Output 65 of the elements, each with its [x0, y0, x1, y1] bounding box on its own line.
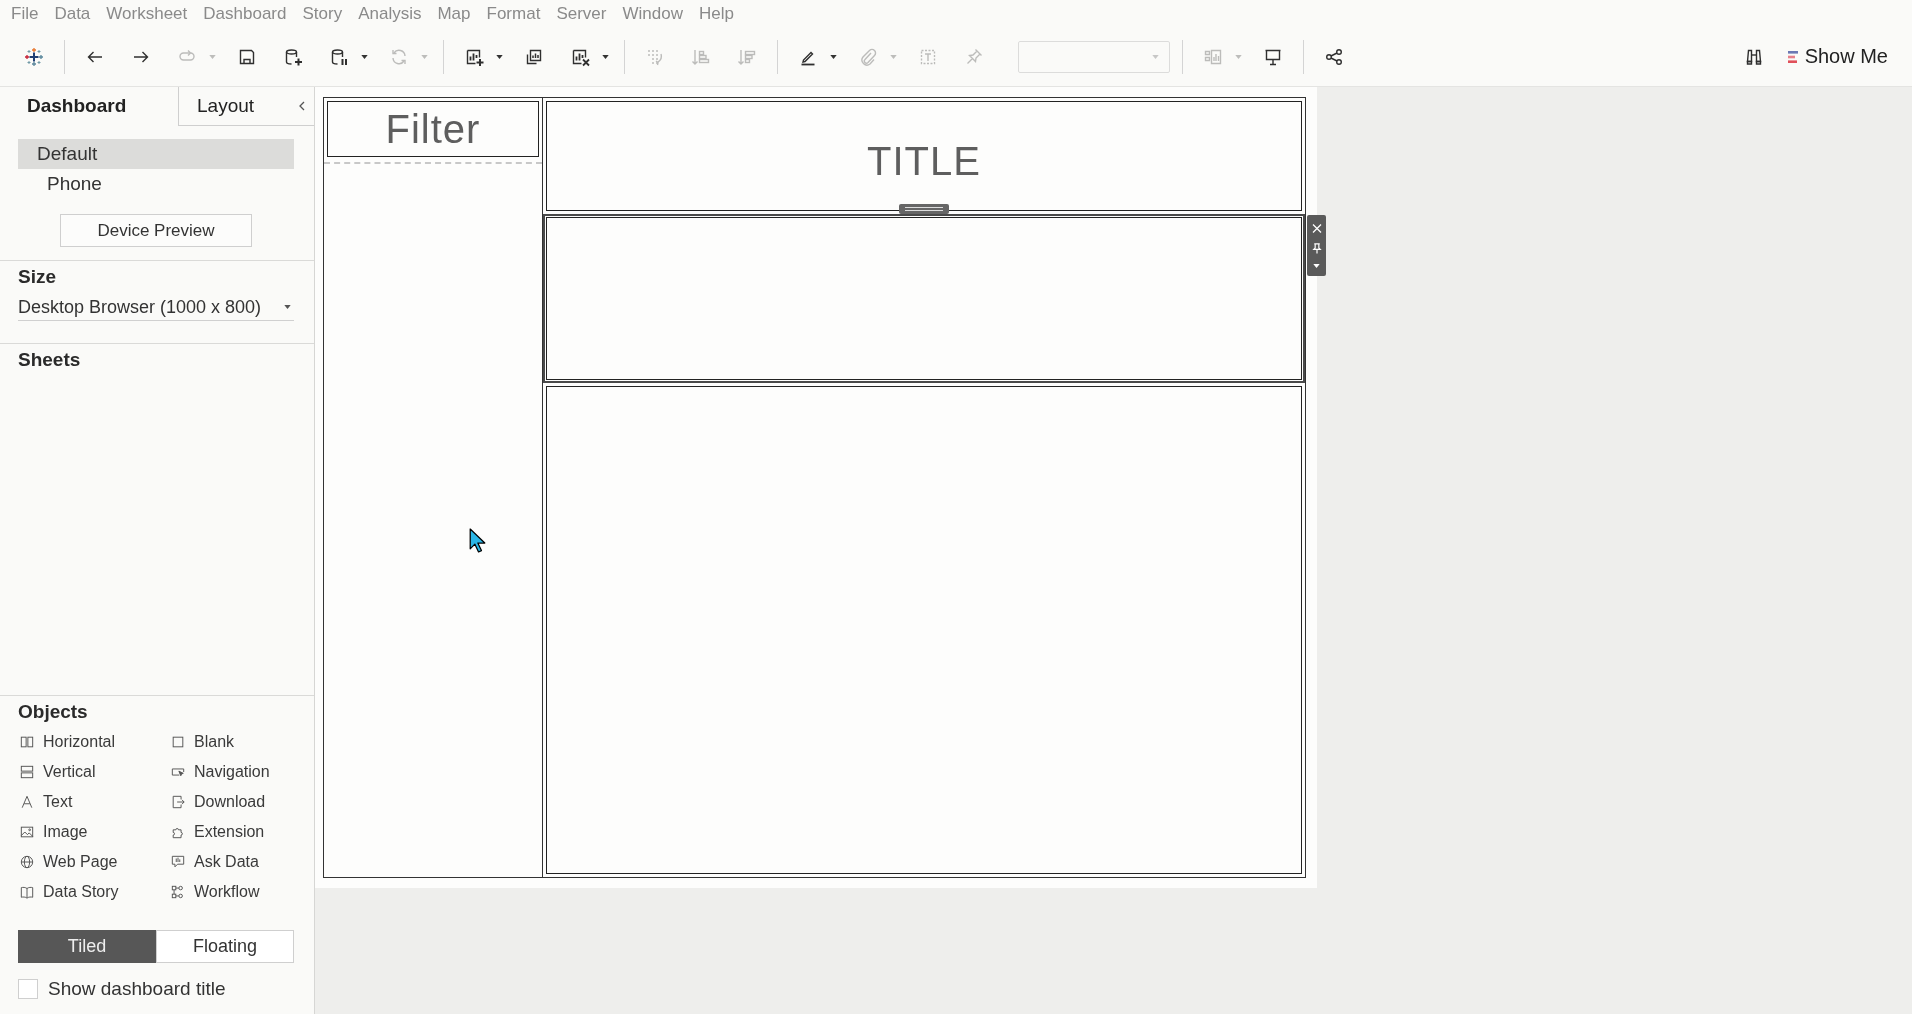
columns-icon [20, 735, 34, 749]
caret-icon [829, 54, 837, 59]
chat-bubble-icon [171, 855, 185, 869]
database-pause-icon [329, 46, 349, 67]
database-plus-icon [283, 46, 303, 67]
chevron-left-icon [299, 101, 305, 111]
object-item[interactable]: Download [169, 787, 294, 817]
object-item[interactable]: Blank [169, 727, 294, 757]
size-dropdown[interactable]: Desktop Browser (1000 x 800) [18, 294, 294, 321]
section-heading: Size [18, 266, 58, 288]
caret-icon [360, 54, 368, 59]
export-icon [171, 795, 185, 809]
share-icon [1324, 46, 1344, 67]
caret-icon [889, 54, 897, 59]
bar-chart-icon [1787, 49, 1799, 64]
object-item[interactable]: Image [18, 817, 169, 847]
title-text: TITLE [867, 138, 981, 184]
checkbox-label[interactable]: Show dashboard title [48, 978, 226, 1000]
show-me-button[interactable]: Show Me [1785, 41, 1890, 72]
section-heading: Objects [18, 701, 89, 723]
device-item[interactable]: Phone [18, 169, 294, 199]
paperclip-icon [858, 46, 878, 67]
navigation-icon [171, 765, 185, 779]
object-item[interactable]: Vertical [18, 757, 169, 787]
drag-handle-icon[interactable] [899, 204, 949, 214]
caret-icon [1234, 54, 1242, 59]
object-item[interactable]: Navigation [169, 757, 294, 787]
title-zone[interactable]: TITLE [543, 98, 1305, 214]
rows-icon [20, 765, 34, 779]
collapse-button[interactable] [297, 99, 307, 113]
panel-tab[interactable]: Dashboard [0, 87, 178, 126]
checkbox[interactable] [18, 979, 38, 999]
caret-icon[interactable] [1313, 264, 1320, 269]
globe-icon [20, 855, 34, 869]
device-preview-button[interactable]: Device Preview [60, 214, 252, 247]
object-item[interactable]: Text [18, 787, 169, 817]
logo-icon [24, 46, 44, 67]
book-icon [20, 885, 34, 899]
object-item[interactable]: Ask Data [169, 847, 294, 877]
close-icon[interactable] [1311, 222, 1322, 234]
filter-zone[interactable]: Filter [324, 98, 542, 160]
pin-icon[interactable] [1311, 243, 1322, 255]
object-item[interactable]: Horizontal [18, 727, 169, 757]
filter-text: Filter [385, 106, 481, 152]
segment-button[interactable]: Tiled [18, 930, 156, 963]
puzzle-icon [171, 825, 185, 839]
panel-tab[interactable]: Layout [178, 87, 290, 126]
workflow-icon [171, 885, 185, 899]
caret-icon [601, 54, 609, 59]
caret-icon [420, 54, 428, 59]
object-item[interactable]: Web Page [18, 847, 169, 877]
segment-button[interactable]: Floating [156, 930, 294, 963]
letter-a-icon [20, 795, 34, 809]
square-icon [171, 735, 185, 749]
device-item[interactable]: Default [18, 139, 294, 169]
caret-icon [1152, 54, 1159, 59]
caret-icon [208, 54, 216, 59]
cursor-icon [469, 528, 486, 553]
object-item[interactable]: Workflow [169, 877, 294, 907]
section-heading: Sheets [18, 349, 82, 371]
caret-icon [495, 54, 503, 59]
caret-icon [284, 305, 291, 309]
object-item[interactable]: Data Story [18, 877, 169, 907]
image-icon [20, 825, 34, 839]
object-item[interactable]: Extension [169, 817, 294, 847]
